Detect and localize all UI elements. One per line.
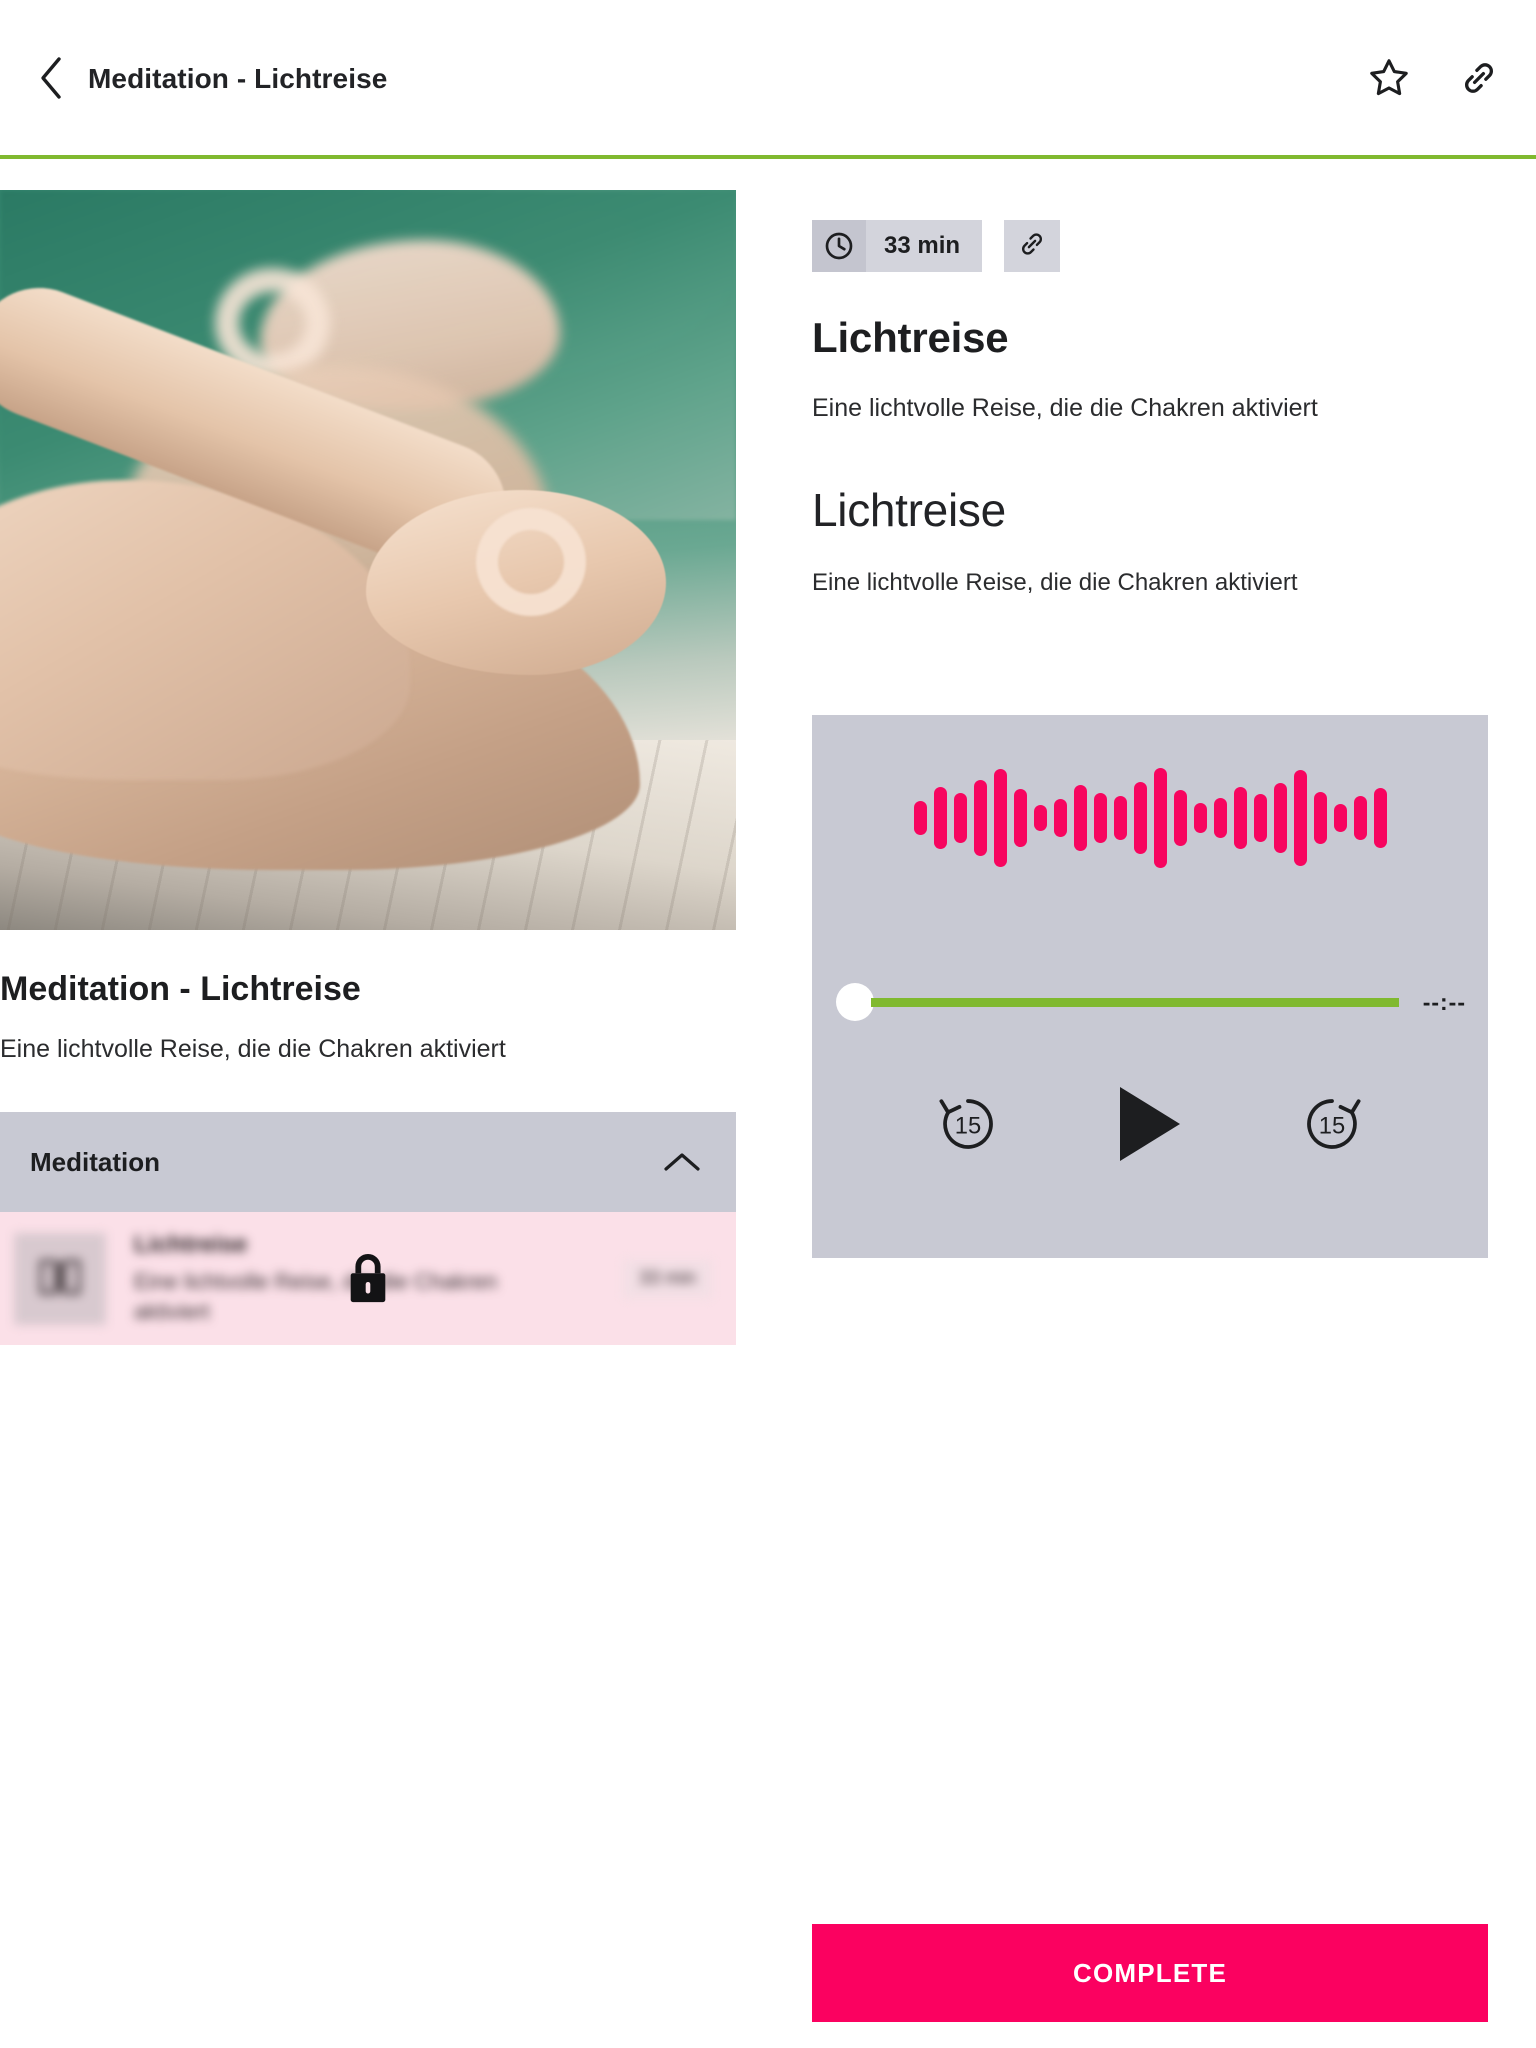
- link-icon: [1458, 57, 1500, 102]
- waveform-bar: [1213, 798, 1227, 838]
- top-app-bar: Meditation - Lichtreise: [0, 0, 1536, 158]
- lesson-subtitle: Eine lichtvolle Reise, die die Chakren a…: [0, 1035, 506, 1063]
- svg-text:15: 15: [955, 1113, 981, 1140]
- content-title-secondary: Lichtreise: [812, 484, 1006, 536]
- back-button[interactable]: [22, 50, 80, 108]
- waveform-bar: [1373, 788, 1387, 848]
- waveform-bar: [913, 801, 927, 835]
- lock-icon: [340, 1249, 396, 1309]
- duration-chip: 33 min: [812, 220, 983, 272]
- waveform-bar: [1253, 794, 1267, 842]
- waveform-bar: [1273, 783, 1287, 853]
- top-bar-actions: [1362, 52, 1506, 106]
- waveform-bar: [1013, 789, 1027, 847]
- replay-15-icon: 15: [930, 1086, 1006, 1167]
- star-icon: [1367, 56, 1411, 103]
- waveform-bar: [1113, 796, 1127, 840]
- waveform-bar: [973, 780, 987, 856]
- waveform-bar: [1333, 804, 1347, 832]
- hero-near-mudra-ring: [476, 508, 586, 616]
- clock-icon: [812, 220, 866, 272]
- hero-image: [0, 190, 736, 930]
- complete-button-label: COMPLETE: [1072, 1957, 1228, 1988]
- content-title-primary: Lichtreise: [812, 314, 1009, 361]
- waveform-bar: [1133, 782, 1147, 854]
- play-button[interactable]: [1114, 1083, 1186, 1170]
- waveform-bar: [1353, 796, 1367, 840]
- lesson-title: Meditation - Lichtreise: [0, 970, 361, 1008]
- link-icon: [1017, 229, 1047, 264]
- content-subtitle-secondary: Eine lichtvolle Reise, die die Chakren a…: [812, 569, 1298, 596]
- svg-text:15: 15: [1319, 1113, 1345, 1140]
- player-controls: 15 15: [812, 1083, 1488, 1170]
- waveform-bar: [1313, 792, 1327, 844]
- progress-thumb[interactable]: [836, 983, 874, 1021]
- favorite-button[interactable]: [1362, 52, 1416, 106]
- content-subtitle-primary: Eine lichtvolle Reise, die die Chakren a…: [812, 394, 1318, 422]
- lesson-detail-page: Meditation - Lichtreise Meditation - Lic…: [0, 0, 1536, 2048]
- waveform-bar: [953, 793, 967, 843]
- copy-link-chip[interactable]: [1004, 220, 1061, 272]
- waveform-bar: [1153, 768, 1167, 868]
- progress-row: --:--: [836, 983, 1466, 1021]
- progress-track[interactable]: [871, 997, 1399, 1007]
- accordion-header-meditation[interactable]: Meditation: [0, 1112, 736, 1212]
- lesson-item-duration: 33 min: [622, 1259, 712, 1298]
- waveform-bar: [993, 769, 1007, 867]
- play-icon: [1114, 1083, 1186, 1170]
- complete-button[interactable]: COMPLETE: [812, 1924, 1488, 2022]
- waveform-bar: [1093, 793, 1107, 843]
- right-column: 33 min Lichtreise Eine lichtvolle Reise,…: [812, 220, 1488, 1258]
- accordion-label: Meditation: [30, 1146, 160, 1177]
- lesson-thumbnail: [14, 1232, 106, 1325]
- waveform-bar: [1033, 805, 1047, 831]
- duration-chip-label: 33 min: [884, 232, 961, 259]
- waveform-bar: [1053, 799, 1067, 837]
- time-remaining-label: --:--: [1422, 988, 1466, 1015]
- waveform-bar: [1193, 803, 1207, 833]
- left-column: Meditation - Lichtreise Eine lichtvolle …: [0, 190, 736, 1345]
- forward-15-icon: 15: [1294, 1086, 1370, 1167]
- waveform-bar: [1073, 785, 1087, 851]
- waveform-bar: [1293, 770, 1307, 866]
- header-divider: [0, 155, 1536, 159]
- forward-15-button[interactable]: 15: [1294, 1086, 1370, 1167]
- audio-player: --:-- 15 15: [812, 715, 1488, 1258]
- waveform-bar: [1173, 790, 1187, 846]
- waveform-bar: [933, 787, 947, 849]
- chevron-up-icon[interactable]: [662, 1149, 702, 1175]
- waveform-bar: [1233, 787, 1247, 849]
- meta-chips: 33 min: [812, 220, 1488, 272]
- audio-waveform: [812, 763, 1488, 873]
- list-item[interactable]: Lichtreise Eine lichtvolle Reise, die di…: [0, 1212, 736, 1345]
- share-link-button[interactable]: [1452, 52, 1506, 106]
- book-icon: [35, 1251, 85, 1306]
- chevron-left-icon: [36, 55, 66, 104]
- page-title: Meditation - Lichtreise: [88, 63, 388, 94]
- rewind-15-button[interactable]: 15: [930, 1086, 1006, 1167]
